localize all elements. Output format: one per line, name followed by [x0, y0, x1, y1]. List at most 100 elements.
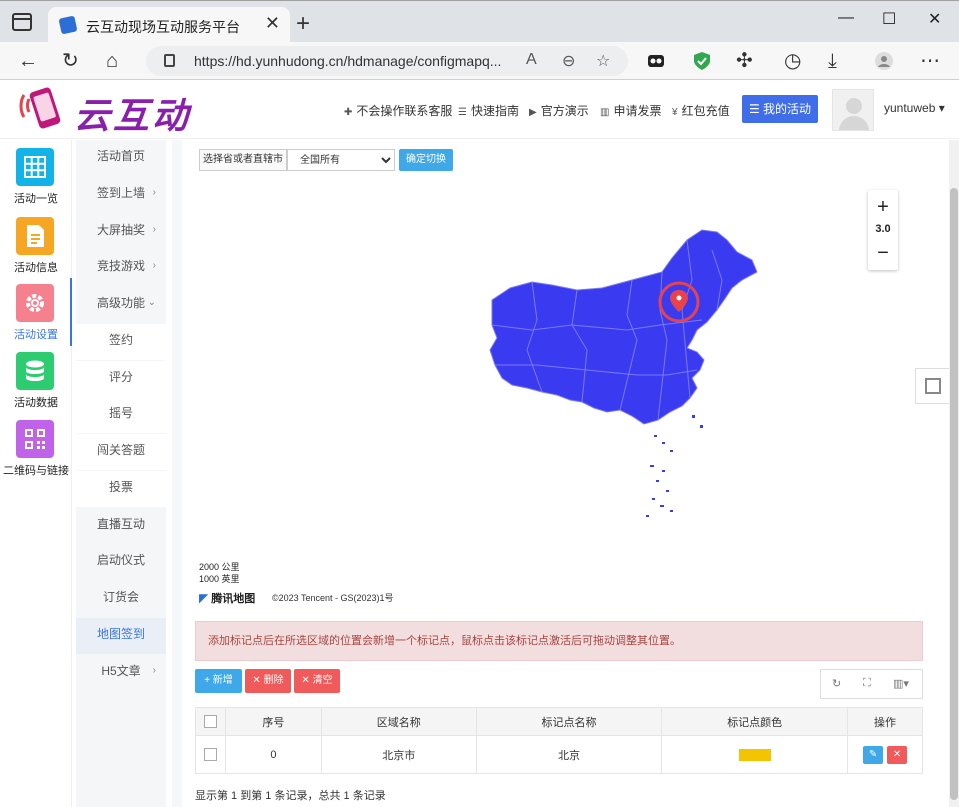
sub-nav-rating[interactable]: 评分 [76, 361, 166, 397]
sub-nav-h5-article[interactable]: H5文章 › [76, 655, 166, 691]
puzzle-icon[interactable]: ✣ [736, 49, 753, 73]
shield-icon[interactable] [692, 51, 712, 71]
close-window-icon[interactable]: ✕ [928, 9, 941, 29]
left-nav-qrcode[interactable]: 二维码与链接 [0, 414, 72, 482]
edit-icon[interactable]: ✎ [863, 745, 884, 764]
favicon-icon [58, 15, 78, 35]
chevron-right-icon: › [152, 187, 156, 198]
sub-nav-launch[interactable]: 启动仪式 [76, 544, 166, 580]
download-icon[interactable]: ⤓ [828, 49, 837, 73]
province-label: 选择省或者直辖市 [199, 149, 287, 171]
favorite-icon[interactable]: ☆ [596, 51, 610, 71]
extension-icon[interactable] [646, 51, 666, 71]
left-nav-activity-settings[interactable]: 活动设置 [0, 278, 72, 346]
sub-nav-vote[interactable]: 投票 [76, 471, 166, 507]
left-nav-activity-list[interactable]: 活动一览 [0, 142, 72, 210]
scale-mi: 1000 英里 [199, 574, 240, 584]
username-dropdown[interactable]: yuntuweb ▾ [884, 101, 945, 115]
sub-nav-advanced[interactable]: 高级功能 ⌄ [76, 287, 166, 323]
left-nav-activity-info[interactable]: 活动信息 [0, 211, 72, 279]
delete-row-icon[interactable]: ✕ [887, 745, 908, 764]
home-icon[interactable]: ⌂ [106, 49, 118, 73]
browser-toolbar: ← ↻ ⌂ https://hd.yunhudong.cn/hdmanage/c… [0, 42, 959, 80]
red-packet-link[interactable]: ¥ 红包充值 [672, 102, 730, 119]
back-icon[interactable]: ← [18, 49, 38, 73]
map-copyright: ©2023 Tencent - GS(2023)1号 [272, 593, 394, 603]
row-checkbox[interactable] [203, 748, 217, 761]
sub-nav-checkin-wall[interactable]: 签到上墙 › [76, 177, 166, 213]
chevron-right-icon: › [152, 665, 156, 676]
province-select[interactable]: 全国所有 [287, 149, 395, 171]
my-activity-button[interactable]: ☰ 我的活动 [742, 95, 818, 123]
left-nav: 活动一览 活动信息 活动设置 活动数据 二维码与链接 [0, 140, 72, 807]
chevron-right-icon: › [152, 224, 156, 235]
maximize-icon[interactable]: ☐ [882, 9, 896, 29]
page-scrollbar[interactable] [949, 140, 959, 807]
refresh-icon[interactable]: ↻ [832, 677, 841, 690]
contact-support-link[interactable]: ✚ 不会操作联系客服 [344, 102, 452, 119]
new-tab-icon[interactable]: + [296, 10, 310, 38]
floating-qrcode-icon[interactable] [915, 368, 951, 404]
address-bar[interactable]: https://hd.yunhudong.cn/hdmanage/configm… [146, 46, 628, 76]
grid-icon [16, 148, 54, 186]
reload-icon[interactable]: ↻ [62, 49, 79, 73]
qrcode-icon [16, 420, 54, 458]
tab-title: 云互动现场互动服务平台 [86, 19, 240, 35]
sub-nav-draw[interactable]: 摇号 [76, 397, 166, 433]
header-region: 区域名称 [320, 707, 477, 736]
clear-button[interactable]: ✕ 清空 [294, 669, 340, 693]
history-icon[interactable]: ◷ [784, 49, 801, 73]
list-icon: ☰ [748, 102, 764, 116]
zoom-out-icon[interactable]: − [868, 242, 898, 265]
select-all-checkbox[interactable] [203, 715, 217, 728]
browser-tab[interactable]: 云互动现场互动服务平台 ✕ [48, 7, 290, 43]
map-canvas[interactable] [192, 180, 932, 610]
confirm-switch-button[interactable]: 确定切换 [399, 149, 453, 171]
invoice-link[interactable]: ▥ 申请发票 [600, 102, 661, 119]
tab-actions-icon[interactable] [12, 13, 32, 31]
row-region: 北京市 [320, 735, 477, 774]
tab-close-icon[interactable]: ✕ [265, 13, 280, 34]
official-demo-link[interactable]: ▶ 官方演示 [529, 102, 589, 119]
sub-nav-games[interactable]: 竞技游戏 › [76, 250, 166, 286]
china-map[interactable] [192, 180, 932, 610]
read-aloud-icon[interactable]: A [526, 51, 537, 69]
header-actions: 操作 [847, 707, 923, 736]
sub-nav-activity-home[interactable]: 活动首页 [76, 140, 166, 176]
url-text[interactable]: https://hd.yunhudong.cn/hdmanage/configm… [194, 53, 501, 69]
lock-icon [164, 54, 175, 67]
marker-table: 序号 区域名称 标记点名称 标记点颜色 操作 0 北京市 北京 ✎ ✕ [195, 707, 923, 774]
select-all-header [195, 707, 226, 736]
minimize-icon[interactable]: — [838, 9, 854, 27]
browser-tabbar: 云互动现场互动服务平台 ✕ + — ☐ ✕ [0, 0, 959, 43]
island-dots [646, 415, 703, 517]
alert-message: 添加标记点后在所选区域的位置会新增一个标记点，鼠标点击该标记点激活后可拖动调整其… [195, 621, 923, 661]
sub-nav-live[interactable]: 直播互动 [76, 508, 166, 544]
sub-nav-quiz[interactable]: 闯关答题 [76, 434, 166, 470]
zoom-icon[interactable]: ⊖ [562, 51, 575, 71]
user-plus-icon: ✚ [344, 107, 353, 118]
zoom-in-icon[interactable]: + [868, 196, 898, 219]
chevron-down-icon: ⌄ [147, 297, 156, 308]
add-button[interactable]: + 新增 [195, 669, 242, 693]
color-swatch [738, 748, 771, 761]
sub-nav-map-checkin[interactable]: 地图签到 [76, 618, 166, 654]
fullscreen-icon[interactable]: ⛶ [863, 677, 871, 690]
profile-icon[interactable] [874, 51, 894, 71]
avatar[interactable] [832, 89, 874, 131]
more-icon[interactable]: ⋯ [920, 49, 940, 73]
delete-button[interactable]: ✕ 删除 [245, 669, 291, 693]
left-nav-activity-data[interactable]: 活动数据 [0, 346, 72, 414]
sub-nav-sign[interactable]: 签约 [76, 324, 166, 360]
row-marker: 北京 [475, 735, 663, 774]
scrollbar-thumb[interactable] [950, 188, 958, 800]
quick-guide-link[interactable]: ☰ 快速指南 [458, 102, 519, 119]
list-icon: ☰ [458, 107, 467, 118]
tencent-map-logo: ◤ 腾讯地图 [199, 591, 256, 605]
zoom-control: + 3.0 − [868, 190, 898, 270]
row-select-cell [195, 735, 226, 774]
columns-icon[interactable]: ▥▾ [893, 677, 909, 690]
sub-nav-order-fair[interactable]: 订货会 [76, 581, 166, 617]
row-actions: ✎ ✕ [847, 735, 923, 774]
sub-nav-lottery[interactable]: 大屏抽奖 › [76, 214, 166, 250]
